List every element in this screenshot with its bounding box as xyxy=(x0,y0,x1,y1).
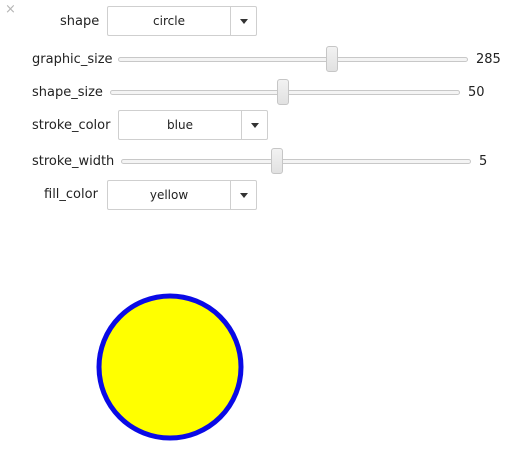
graphic-size-slider-handle[interactable] xyxy=(326,46,338,72)
stroke-width-value: 5 xyxy=(479,154,488,169)
shape-dropdown-toggle[interactable] xyxy=(230,7,256,35)
chevron-down-icon xyxy=(239,192,248,198)
output-circle xyxy=(96,293,244,441)
stroke-width-slider-track[interactable] xyxy=(121,159,471,164)
fill-color-dropdown-value: yellow xyxy=(149,188,189,202)
stroke-width-label: stroke_width xyxy=(32,154,115,169)
chevron-down-icon xyxy=(239,18,248,24)
shape-label: shape xyxy=(60,14,100,29)
shape-dropdown-value: circle xyxy=(153,14,185,28)
stroke-color-dropdown[interactable]: blue xyxy=(118,110,268,140)
shape-size-value: 50 xyxy=(468,85,485,100)
graphic-size-slider-track[interactable] xyxy=(118,57,468,62)
shape-size-label: shape_size xyxy=(32,85,103,100)
stroke-color-dropdown-value: blue xyxy=(167,118,193,132)
close-icon[interactable]: × xyxy=(5,3,16,17)
stroke-width-slider-handle[interactable] xyxy=(271,148,283,174)
fill-color-label: fill_color xyxy=(44,187,98,202)
graphic-size-label: graphic_size xyxy=(32,52,113,67)
shape-dropdown[interactable]: circle xyxy=(107,6,257,36)
chevron-down-icon xyxy=(250,122,259,128)
shape-size-slider-handle[interactable] xyxy=(277,79,289,105)
stroke-color-dropdown-toggle[interactable] xyxy=(241,111,267,139)
fill-color-dropdown-toggle[interactable] xyxy=(230,181,256,209)
stroke-color-label: stroke_color xyxy=(32,118,111,133)
graphic-size-value: 285 xyxy=(476,52,501,67)
fill-color-dropdown[interactable]: yellow xyxy=(107,180,257,210)
